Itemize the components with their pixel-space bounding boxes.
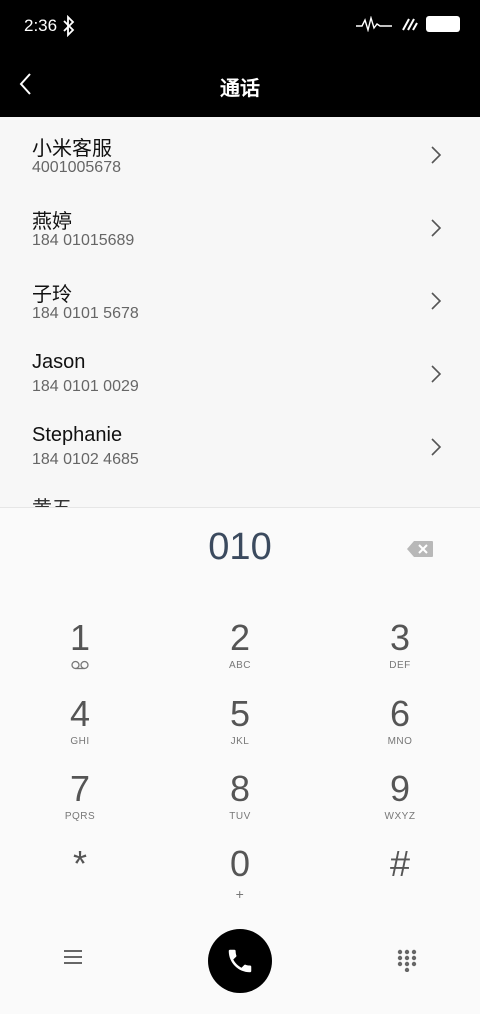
contact-row[interactable]: 小米客服 4001005678 [0,117,480,190]
contact-name: 子玲 [32,284,72,306]
key-letters: MNO [387,736,413,747]
key-digit: 1 [69,617,91,658]
key-4[interactable]: 4 GHI [20,694,140,764]
key-1[interactable]: 1 [20,618,140,688]
key-letters: GHI [70,736,90,747]
contact-number: 184 0102 4685 [32,451,139,468]
chevron-right-icon [431,292,442,310]
menu-icon[interactable] [62,948,84,966]
top-bar: 2:36 通话 [0,0,480,117]
contact-row[interactable]: 燕婷 184 01015689 [0,190,480,263]
key-6[interactable]: 6 MNO [340,694,460,764]
page-title: 通话 [220,78,260,100]
key-3[interactable]: 3 DEF [340,618,460,688]
key-9[interactable]: 9 WXYZ [340,769,460,839]
key-5[interactable]: 5 JKL [180,694,300,764]
key-digit: 5 [229,693,251,734]
contact-number: 4001005678 [32,159,121,176]
key-letters: + [235,886,245,902]
battery-icon [426,16,460,32]
wifi-icon [402,18,418,31]
call-button[interactable] [208,929,272,993]
key-letters: DEF [389,660,411,671]
phone-icon [228,949,252,973]
key-letters: JKL [230,736,250,747]
key-digit: 9 [389,768,411,809]
contact-name: Jason [32,351,86,373]
key-star[interactable]: * [20,844,140,914]
bluetooth-icon [63,15,75,37]
key-7[interactable]: 7 PQRS [20,769,140,839]
key-digit: 3 [389,617,411,658]
key-8[interactable]: 8 TUV [180,769,300,839]
backspace-icon[interactable] [406,540,434,558]
key-letters: TUV [229,811,251,822]
voicemail-icon [71,660,89,670]
key-digit: 2 [229,617,251,658]
signal-icon [356,16,392,32]
key-letters: PQRS [64,811,96,822]
keypad-icon[interactable] [396,948,418,972]
contact-list[interactable]: 小米客服 4001005678 燕婷 184 01015689 子玲 184 0… [0,117,480,507]
contact-row[interactable]: 黄五 [0,482,480,507]
contact-number: 184 01015689 [32,232,135,249]
key-digit: 0 [229,843,251,884]
chevron-right-icon [431,219,442,237]
key-digit: 8 [229,768,251,809]
chevron-right-icon [431,365,442,383]
key-2[interactable]: 2 ABC [180,618,300,688]
key-letters: WXYZ [384,811,416,822]
key-0[interactable]: 0 + [180,844,300,914]
status-icons [356,16,460,32]
contact-row[interactable]: Jason 184 0101 0029 [0,336,480,409]
chevron-right-icon [431,438,442,456]
contact-name: 燕婷 [32,211,72,233]
key-digit: 7 [69,768,91,809]
contact-name: 小米客服 [32,138,112,160]
contact-number: 184 0101 5678 [32,305,139,322]
key-digit: 6 [389,693,411,734]
dialpad: 010 1 2 ABC 3 DEF 4 GHI 5 JKL 6 MNO 7 PQ… [0,507,480,1014]
contact-row[interactable]: Stephanie 184 0102 4685 [0,409,480,482]
chevron-right-icon [431,146,442,164]
key-digit: * [72,843,87,884]
key-hash[interactable]: # [340,844,460,914]
contact-number: 184 0101 0029 [32,378,139,395]
status-time: 2:36 [24,16,58,35]
contact-row[interactable]: 子玲 184 0101 5678 [0,263,480,336]
contact-name: Stephanie [32,424,123,446]
key-letters: ABC [228,660,252,671]
key-digit: # [389,843,411,884]
key-digit: 4 [69,693,91,734]
contact-name: 黄五 [32,492,72,507]
